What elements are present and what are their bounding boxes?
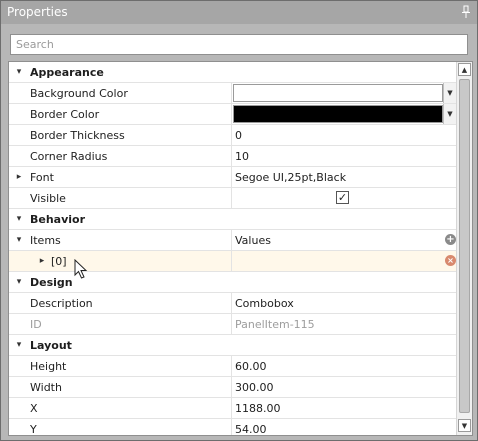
- column-divider[interactable]: [231, 419, 232, 435]
- property-value[interactable]: 0: [235, 129, 435, 142]
- property-label: Border Thickness: [30, 129, 125, 142]
- property-label: Visible: [30, 192, 66, 205]
- property-label: Corner Radius: [30, 150, 108, 163]
- property-row-id[interactable]: ID PanelItem-115: [9, 314, 456, 335]
- property-value: PanelItem-115: [235, 318, 315, 331]
- property-value[interactable]: Combobox: [235, 297, 435, 310]
- category-row-behavior[interactable]: ▾ Behavior: [9, 209, 456, 230]
- property-value[interactable]: 54.00: [235, 423, 435, 435]
- color-swatch[interactable]: [233, 105, 443, 123]
- property-value[interactable]: 300.00: [235, 381, 435, 394]
- column-divider[interactable]: [231, 230, 232, 250]
- expand-chevron-icon[interactable]: ▸: [13, 167, 25, 187]
- property-value[interactable]: Values: [235, 234, 435, 247]
- category-row-layout[interactable]: ▾ Layout: [9, 335, 456, 356]
- column-divider[interactable]: [231, 167, 232, 187]
- color-swatch[interactable]: [233, 84, 443, 102]
- scroll-down-icon: ▼: [461, 421, 468, 430]
- expand-chevron-icon[interactable]: ▾: [13, 335, 25, 355]
- expand-chevron-icon[interactable]: ▾: [13, 209, 25, 229]
- collapse-chevron-icon[interactable]: ▾: [13, 230, 25, 250]
- panel-title: Properties: [7, 5, 68, 19]
- expand-chevron-icon[interactable]: ▾: [13, 62, 25, 82]
- column-divider[interactable]: [231, 83, 232, 103]
- column-divider[interactable]: [231, 125, 232, 145]
- property-row-y[interactable]: Y 54.00: [9, 419, 456, 436]
- category-label: Appearance: [30, 66, 104, 79]
- vertical-scrollbar[interactable]: ▲ ▼: [456, 62, 472, 435]
- property-row-corner-radius[interactable]: Corner Radius 10: [9, 146, 456, 167]
- property-row-x[interactable]: X 1188.00: [9, 398, 456, 419]
- property-row-border-thickness[interactable]: Border Thickness 0: [9, 125, 456, 146]
- property-label: ID: [30, 318, 42, 331]
- property-value[interactable]: 1188.00: [235, 402, 435, 415]
- property-label: Description: [30, 297, 93, 310]
- property-row-border-color[interactable]: Border Color ▼: [9, 104, 456, 125]
- category-label: Design: [30, 276, 73, 289]
- property-value[interactable]: 10: [235, 150, 435, 163]
- property-row-items[interactable]: ▾ Items Values +: [9, 230, 456, 251]
- search-input[interactable]: [11, 35, 467, 54]
- add-item-icon[interactable]: +: [445, 234, 456, 245]
- collection-item-label: [0]: [51, 255, 67, 268]
- property-row-background-color[interactable]: Background Color ▼: [9, 83, 456, 104]
- column-divider[interactable]: [231, 356, 232, 376]
- pin-icon[interactable]: [461, 5, 471, 19]
- property-row-description[interactable]: Description Combobox: [9, 293, 456, 314]
- property-label: Width: [30, 381, 62, 394]
- property-label: Background Color: [30, 87, 128, 100]
- panel-titlebar: Properties: [1, 1, 477, 24]
- property-row-width[interactable]: Width 300.00: [9, 377, 456, 398]
- visible-checkbox[interactable]: ✓: [336, 191, 349, 204]
- property-row-visible[interactable]: Visible ✓: [9, 188, 456, 209]
- column-divider[interactable]: [231, 377, 232, 397]
- remove-item-icon[interactable]: ×: [445, 255, 456, 266]
- property-label: Border Color: [30, 108, 100, 121]
- column-divider[interactable]: [231, 314, 232, 334]
- property-label: X: [30, 402, 38, 415]
- properties-panel: Properties ▾AppearanceBackground Color▼B…: [0, 0, 478, 441]
- column-divider[interactable]: [231, 398, 232, 418]
- dropdown-button[interactable]: ▼: [443, 104, 456, 124]
- category-row-appearance[interactable]: ▾ Appearance: [9, 62, 456, 83]
- category-label: Behavior: [30, 213, 86, 226]
- property-row-font[interactable]: ▸ Font Segoe UI,25pt,Black: [9, 167, 456, 188]
- column-divider[interactable]: [231, 188, 232, 208]
- expand-chevron-icon[interactable]: ▾: [13, 272, 25, 292]
- property-value[interactable]: 60.00: [235, 360, 435, 373]
- property-grid: ▾ Appearance Background Color ▼ Border Color…: [8, 61, 473, 436]
- property-label: Items: [30, 234, 61, 247]
- check-icon: ✓: [337, 191, 348, 204]
- category-label: Layout: [30, 339, 72, 352]
- mouse-pointer-icon: [74, 259, 88, 279]
- property-label: Height: [30, 360, 67, 373]
- scroll-up-icon: ▲: [461, 65, 468, 74]
- expand-chevron-icon[interactable]: ▸: [37, 251, 47, 271]
- chevron-down-icon: ▼: [447, 89, 453, 97]
- property-rows: ▾ Appearance Background Color ▼ Border Color…: [9, 62, 456, 436]
- dropdown-button[interactable]: ▼: [443, 83, 456, 103]
- column-divider[interactable]: [231, 251, 232, 271]
- property-label: Font: [30, 171, 54, 184]
- property-value[interactable]: Segoe UI,25pt,Black: [235, 171, 435, 184]
- scroll-down-button[interactable]: ▼: [458, 419, 471, 432]
- property-row-height[interactable]: Height 60.00: [9, 356, 456, 377]
- scroll-thumb[interactable]: [459, 79, 470, 413]
- chevron-down-icon: ▼: [447, 110, 453, 118]
- column-divider[interactable]: [231, 104, 232, 124]
- column-divider[interactable]: [231, 293, 232, 313]
- property-label: Y: [30, 423, 37, 436]
- scroll-up-button[interactable]: ▲: [458, 63, 471, 76]
- column-divider[interactable]: [231, 146, 232, 166]
- search-box[interactable]: [10, 34, 468, 55]
